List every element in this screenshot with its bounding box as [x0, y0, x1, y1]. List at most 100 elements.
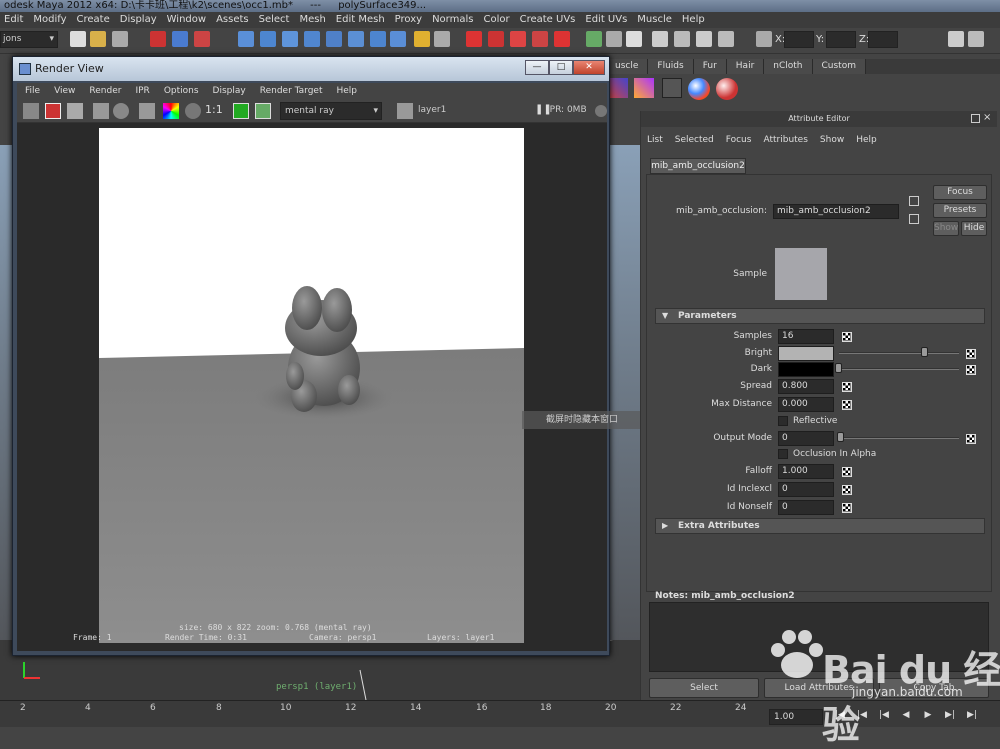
save-scene-icon[interactable]: [112, 31, 128, 47]
menu-modify[interactable]: Modify: [29, 12, 72, 28]
transform-icon[interactable]: [756, 31, 772, 47]
float-panel-icon[interactable]: [971, 114, 980, 123]
render-view-title-bar[interactable]: Render View: [13, 57, 609, 81]
shelf-hypershade-icon[interactable]: [688, 78, 710, 100]
map-button-icon[interactable]: [842, 332, 852, 342]
ae-menu-selected[interactable]: Selected: [669, 131, 720, 149]
real-size-button[interactable]: 1:1: [205, 103, 225, 119]
parameters-section[interactable]: ▼ Parameters: [655, 308, 985, 324]
channel-box-icon[interactable]: [626, 31, 642, 47]
spread-field[interactable]: 0.800: [778, 379, 834, 394]
menu-window[interactable]: Window: [163, 12, 212, 28]
output-mode-field[interactable]: 0: [778, 431, 834, 446]
select-hierarchy-icon[interactable]: [150, 31, 166, 47]
close-button[interactable]: ✕: [573, 60, 605, 75]
render-frame-icon[interactable]: [466, 31, 482, 47]
rgb-channels-icon[interactable]: [163, 103, 179, 119]
select-object-icon[interactable]: [172, 31, 188, 47]
dark-slider-handle[interactable]: [835, 363, 842, 373]
layout-icon[interactable]: [696, 31, 712, 47]
render-sequence-icon[interactable]: [554, 31, 570, 47]
rv-menu-ipr[interactable]: IPR: [127, 86, 155, 96]
refresh-icon[interactable]: [113, 103, 129, 119]
falloff-field[interactable]: 1.000: [778, 464, 834, 479]
snapshot-icon[interactable]: [67, 103, 83, 119]
panel-icon[interactable]: [718, 31, 734, 47]
render-region-icon[interactable]: [93, 103, 109, 119]
shelf-tab-muscle[interactable]: uscle: [606, 59, 649, 74]
snap-live-icon[interactable]: [348, 31, 364, 47]
ipr-icon[interactable]: [45, 103, 61, 119]
maximize-button[interactable]: □: [549, 60, 573, 75]
new-scene-icon[interactable]: [70, 31, 86, 47]
bright-slider-handle[interactable]: [921, 347, 929, 357]
input-connection-icon[interactable]: [909, 196, 919, 206]
max-distance-field[interactable]: 0.000: [778, 397, 834, 412]
menu-set-select[interactable]: jons ▾: [0, 31, 58, 48]
keep-image-icon[interactable]: [139, 103, 155, 119]
ae-menu-focus[interactable]: Focus: [720, 131, 758, 149]
render-canvas[interactable]: size: 680 x 822 zoom: 0.768 (mental ray)…: [17, 123, 607, 651]
menu-create[interactable]: Create: [73, 12, 116, 28]
x-field[interactable]: [784, 31, 814, 48]
show-button[interactable]: Show: [933, 221, 959, 236]
map-button-icon[interactable]: [966, 349, 976, 359]
menu-edit-mesh[interactable]: Edit Mesh: [332, 12, 391, 28]
sample-swatch[interactable]: [775, 248, 827, 300]
ae-menu-list[interactable]: List: [641, 131, 669, 149]
attribute-editor-toggle-icon[interactable]: [948, 31, 964, 47]
menu-edit[interactable]: Edit: [0, 12, 29, 28]
map-button-icon[interactable]: [966, 434, 976, 444]
tab-node[interactable]: mib_amb_occlusion2: [650, 158, 746, 174]
occlusion-alpha-checkbox[interactable]: [778, 449, 788, 459]
id-nonself-field[interactable]: 0: [778, 500, 834, 515]
ae-menu-help[interactable]: Help: [850, 131, 883, 149]
shelf-tab-ncloth[interactable]: nCloth: [764, 59, 813, 74]
map-button-icon[interactable]: [966, 365, 976, 375]
rv-menu-display[interactable]: Display: [205, 86, 252, 96]
menu-select[interactable]: Select: [255, 12, 296, 28]
dark-color-swatch[interactable]: [778, 362, 834, 377]
render-settings-icon[interactable]: [510, 31, 526, 47]
hide-button[interactable]: Hide: [961, 221, 987, 236]
hypershade-icon[interactable]: [532, 31, 548, 47]
bright-slider-track[interactable]: [839, 352, 959, 354]
shelf-tab-fluids[interactable]: Fluids: [648, 59, 694, 74]
map-button-icon[interactable]: [842, 485, 852, 495]
node-name-field[interactable]: mib_amb_occlusion2: [773, 204, 899, 219]
grid-icon[interactable]: [674, 31, 690, 47]
outliner-icon[interactable]: [652, 31, 668, 47]
input-ops-icon[interactable]: [434, 31, 450, 47]
ae-menu-attributes[interactable]: Attributes: [757, 131, 813, 149]
renderer-select[interactable]: mental ray ▾: [280, 102, 382, 120]
focus-button[interactable]: Focus: [933, 185, 987, 200]
map-button-icon[interactable]: [842, 400, 852, 410]
menu-assets[interactable]: Assets: [212, 12, 255, 28]
history-icon[interactable]: [370, 31, 386, 47]
mode-icon[interactable]: [586, 31, 602, 47]
output-mode-slider-track[interactable]: [839, 437, 959, 439]
close-panel-icon[interactable]: ×: [983, 112, 991, 123]
snap-grid-icon[interactable]: [238, 31, 254, 47]
ipr-render-icon[interactable]: [488, 31, 504, 47]
rv-menu-file[interactable]: File: [17, 86, 46, 96]
lock-icon[interactable]: [414, 31, 430, 47]
load-image-icon[interactable]: [255, 103, 271, 119]
open-scene-icon[interactable]: [90, 31, 106, 47]
shelf-batch-icon[interactable]: [662, 78, 682, 98]
help-line-icon[interactable]: [390, 31, 406, 47]
reflective-checkbox[interactable]: [778, 416, 788, 426]
presets-button[interactable]: Presets: [933, 203, 987, 218]
id-inclexcl-field[interactable]: 0: [778, 482, 834, 497]
map-button-icon[interactable]: [842, 382, 852, 392]
snap-curve-icon[interactable]: [260, 31, 276, 47]
shelf-tab-hair[interactable]: Hair: [726, 59, 765, 74]
snap-point-icon[interactable]: [282, 31, 298, 47]
menu-color[interactable]: Color: [479, 12, 515, 28]
rv-menu-render[interactable]: Render: [81, 86, 127, 96]
shelf-render-icon[interactable]: [608, 78, 628, 98]
menu-help[interactable]: Help: [678, 12, 711, 28]
shelf-ipr-icon[interactable]: [634, 78, 654, 98]
ae-menu-show[interactable]: Show: [814, 131, 850, 149]
shelf-paint-icon[interactable]: [716, 78, 738, 100]
